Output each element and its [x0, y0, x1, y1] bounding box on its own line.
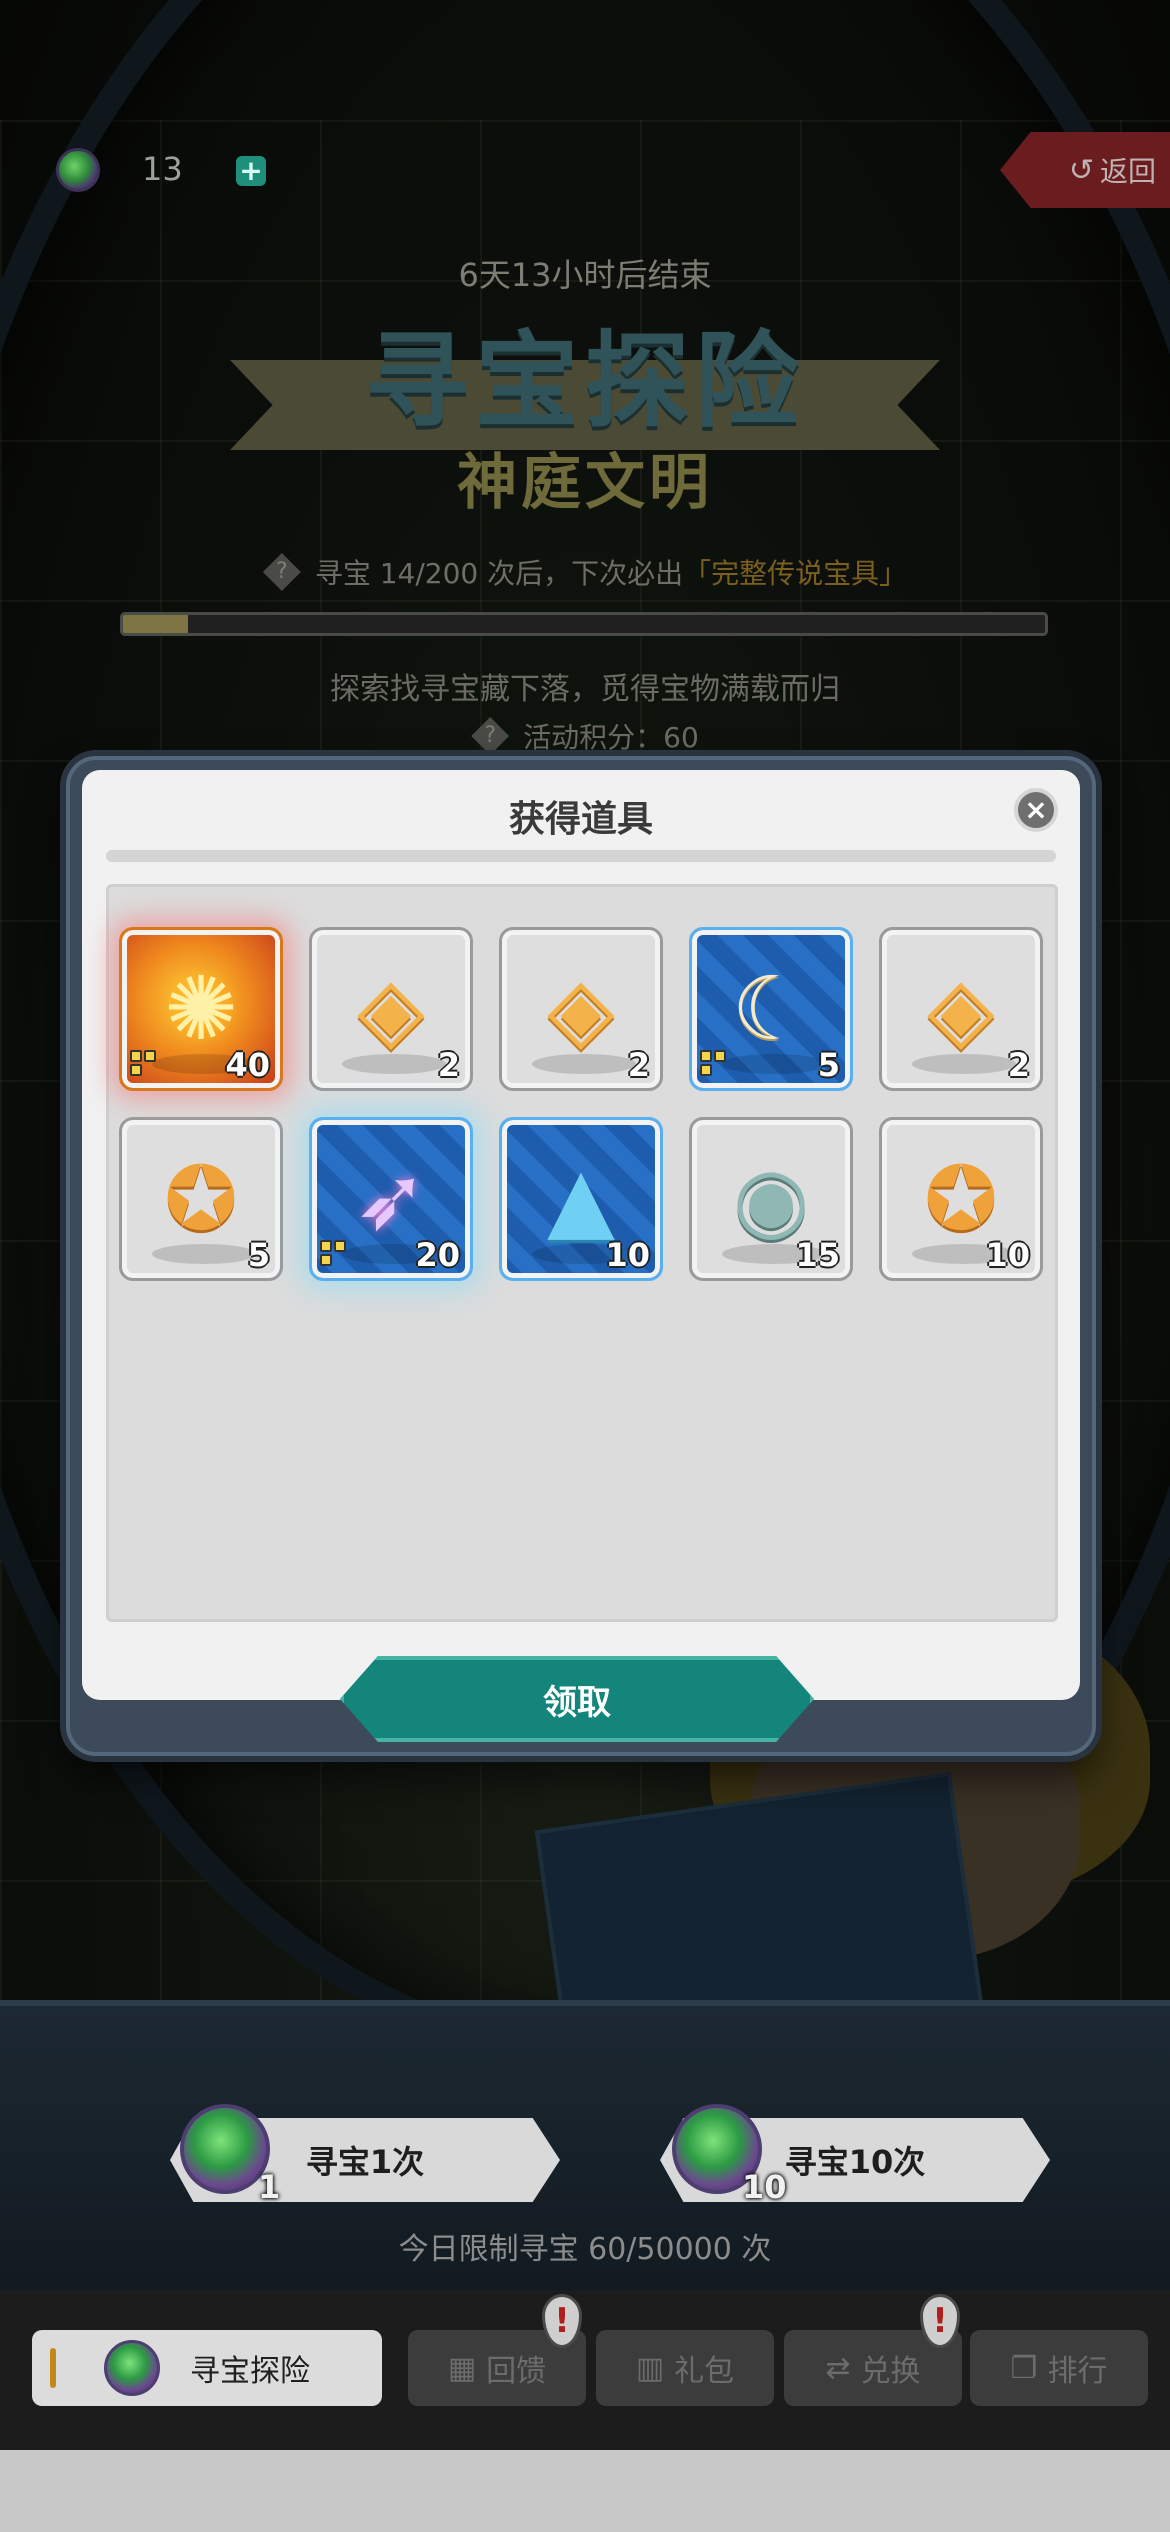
close-button[interactable]: × — [1014, 788, 1058, 832]
exchange-icon: ⇄ — [825, 2350, 851, 2386]
event-countdown: 6天13小时后结束 — [458, 256, 712, 294]
score-text: 活动积分：60 — [523, 721, 699, 754]
system-bottom-strip — [0, 2450, 1170, 2532]
tab-exchange[interactable]: ⇄ 兑换 ! — [784, 2294, 962, 2406]
draw-once-cost: 1 — [258, 2168, 281, 2206]
modal-title: 获得道具 — [508, 799, 653, 840]
set-piece-square — [700, 1064, 712, 1076]
daily-limit: 今日限制寻宝 60/50000 次 — [398, 2232, 772, 2267]
tab-ranking-label: 排行 — [1047, 2354, 1108, 2389]
treasure-coin-icon — [56, 148, 100, 192]
set-piece-square — [144, 1050, 156, 1062]
reward-item[interactable]: ✪ 5 — [119, 1117, 283, 1281]
pity-text: 寻宝 14/200 次后，下次必出 — [314, 557, 684, 590]
reward-item[interactable]: ▲ 10 — [499, 1117, 663, 1281]
reward-item[interactable]: ◈ 2 — [879, 927, 1043, 1091]
pity-progress-fill — [123, 615, 188, 633]
reward-items-panel: ✺ 40 ◈ 2 ◈ 2 ☾ 5 ◈ 2 ✪ 5 ➶ 20 ▲ 10 ◉ 15 ✪ 10 — [106, 884, 1058, 1622]
event-score: ? 活动积分：60 — [0, 716, 1170, 756]
set-piece-square — [700, 1050, 712, 1062]
tab-feedback-label: 回馈 — [486, 2354, 547, 2389]
set-piece-square — [320, 1240, 332, 1252]
set-piece-icon — [320, 1240, 346, 1266]
item-quantity: 10 — [605, 1236, 650, 1274]
reward-item[interactable]: ☾ 5 — [689, 927, 853, 1091]
set-piece-icon — [130, 1050, 156, 1076]
reward-item[interactable]: ◈ 2 — [309, 927, 473, 1091]
alert-icon: ! — [920, 2294, 960, 2348]
alert-icon: ! — [542, 2294, 582, 2348]
gift-icon: ▥ — [635, 2350, 665, 2386]
event-subtitle: 神庭文明 — [457, 448, 713, 518]
pity-reward: 「完整传说宝具」 — [683, 557, 908, 590]
item-quantity: 5 — [817, 1046, 840, 1084]
pity-info: ? 寻宝 14/200 次后，下次必出「完整传说宝具」 — [0, 552, 1170, 592]
event-title: 寻宝探险 — [364, 320, 805, 442]
set-piece-square — [130, 1050, 142, 1062]
back-button[interactable]: ↺ 返回 — [1000, 132, 1170, 208]
reward-item[interactable]: ◉ 15 — [689, 1117, 853, 1281]
score-help-icon[interactable]: ? — [471, 717, 510, 755]
reward-item[interactable]: ✪ 10 — [879, 1117, 1043, 1281]
tab-feedback[interactable]: ▦ 回馈 ! — [408, 2294, 586, 2406]
currency-count: 13 — [142, 150, 183, 188]
item-quantity: 15 — [795, 1236, 840, 1274]
treasure-coin-icon — [180, 2104, 270, 2194]
return-arrow-icon: ↺ — [1068, 152, 1094, 188]
tab-treasure[interactable]: 寻宝探险 — [32, 2330, 382, 2406]
tab-treasure-label: 寻宝探险 — [190, 2354, 310, 2389]
event-description: 探索找寻宝藏下落，觅得宝物满载而归 — [330, 672, 840, 707]
item-quantity: 2 — [437, 1046, 460, 1084]
reward-modal: 获得道具 × ✺ 40 ◈ 2 ◈ 2 ☾ 5 ◈ 2 ✪ 5 ➶ 20 ▲ 10 ◉ 15 ✪ 10 领取 — [82, 770, 1080, 1742]
set-piece-square — [334, 1240, 346, 1252]
tab-ranking[interactable]: ❐ 排行 — [970, 2330, 1148, 2406]
item-quantity: 40 — [225, 1046, 270, 1084]
set-piece-icon — [700, 1050, 726, 1076]
active-tab-marker — [50, 2348, 56, 2388]
add-currency-button[interactable]: + — [236, 156, 266, 186]
tab-gift-label: 礼包 — [674, 2354, 735, 2389]
help-icon[interactable]: ? — [262, 553, 301, 591]
tab-gift[interactable]: ▥ 礼包 — [596, 2330, 774, 2406]
item-quantity: 20 — [415, 1236, 460, 1274]
treasure-coin-icon — [104, 2340, 160, 2396]
set-piece-square — [714, 1050, 726, 1062]
reward-item[interactable]: ➶ 20 — [309, 1117, 473, 1281]
ranking-icon: ❐ — [1010, 2350, 1038, 2386]
set-piece-square — [130, 1064, 142, 1076]
top-bar: 13 + ↺ 返回 — [0, 132, 1170, 208]
pity-progress-bar — [120, 612, 1048, 636]
item-quantity: 5 — [247, 1236, 270, 1274]
calendar-icon: ▦ — [447, 2350, 477, 2386]
reward-item[interactable]: ◈ 2 — [499, 927, 663, 1091]
bottom-tab-bar: 寻宝探险 ▦ 回馈 ! ▥ 礼包 ⇄ 兑换 ! ❐ 排行 — [0, 2290, 1170, 2450]
claim-button[interactable]: 领取 — [340, 1656, 814, 1742]
back-label: 返回 — [1099, 155, 1156, 188]
item-quantity: 10 — [985, 1236, 1030, 1274]
reward-item[interactable]: ✺ 40 — [119, 927, 283, 1091]
item-quantity: 2 — [1007, 1046, 1030, 1084]
tab-exchange-label: 兑换 — [860, 2354, 921, 2389]
title-divider — [106, 850, 1056, 862]
item-quantity: 2 — [627, 1046, 650, 1084]
set-piece-square — [320, 1254, 332, 1266]
draw-ten-cost: 10 — [742, 2168, 787, 2206]
